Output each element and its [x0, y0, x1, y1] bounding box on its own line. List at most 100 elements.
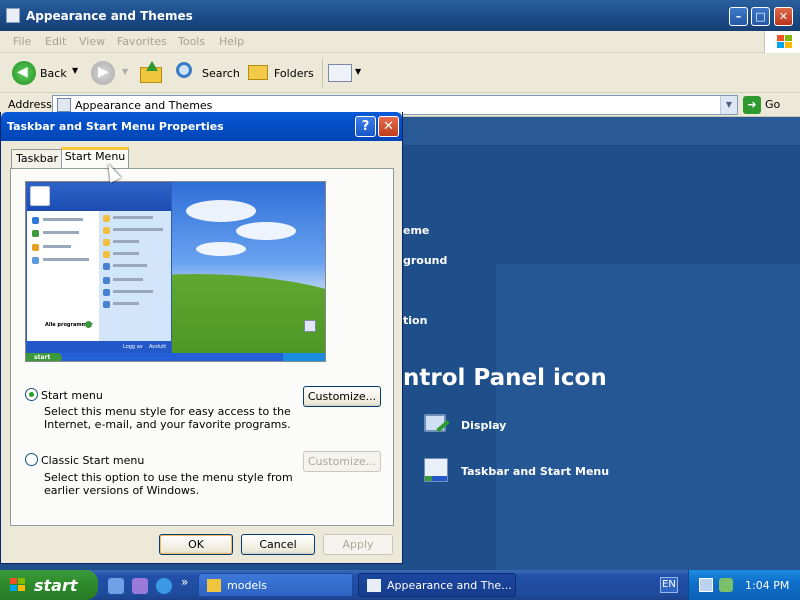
start-menu-option-desc: Select this menu style for easy access t…	[44, 405, 291, 431]
pick-control-panel-heading: ntrol Panel icon	[403, 365, 607, 391]
preview-item-line	[43, 258, 89, 261]
explorer-titlebar[interactable]: Appearance and Themes – □ ✕	[0, 0, 800, 31]
tab-start-menu[interactable]: Start Menu	[61, 147, 129, 169]
clock[interactable]: 1:04 PM	[745, 579, 789, 592]
maximize-button[interactable]: □	[751, 7, 770, 26]
taskbar-item-label: models	[227, 579, 267, 592]
start-menu-preview: Alle programmer Logg av Avslutt start	[25, 181, 326, 362]
search-label: Search	[202, 67, 240, 80]
language-indicator[interactable]: EN	[660, 577, 678, 593]
preview-app-icon	[103, 301, 110, 308]
content-header-strip	[400, 117, 800, 145]
preview-user-header	[27, 183, 171, 211]
minimize-button[interactable]: –	[729, 7, 748, 26]
taskbar-item-appearance[interactable]: Appearance and The...	[358, 573, 516, 597]
preview-item-line	[113, 264, 147, 267]
dialog-title: Taskbar and Start Menu Properties	[7, 120, 224, 133]
start-label: start	[34, 576, 78, 595]
views-dropdown-icon[interactable]: ▼	[355, 67, 361, 76]
go-arrow-icon[interactable]: ➜	[743, 96, 761, 114]
address-value: Appearance and Themes	[75, 99, 213, 112]
menu-file[interactable]: File	[13, 35, 31, 48]
preview-tray	[283, 353, 325, 361]
close-button[interactable]: ✕	[774, 7, 793, 26]
classic-menu-radio[interactable]	[25, 453, 38, 466]
search-button[interactable]: Search	[172, 59, 240, 87]
internet-explorer-icon[interactable]	[156, 578, 172, 594]
cancel-button[interactable]: Cancel	[241, 534, 315, 555]
dialog-titlebar[interactable]: Taskbar and Start Menu Properties ? ✕	[1, 112, 402, 141]
back-dropdown-icon[interactable]: ▼	[72, 66, 78, 75]
start-menu-tab-panel: Alle programmer Logg av Avslutt start St…	[10, 168, 394, 526]
preview-app-icon	[103, 215, 110, 222]
menu-help[interactable]: Help	[219, 35, 244, 48]
taskbar-start-menu-link[interactable]: Taskbar and Start Menu	[461, 465, 609, 478]
standard-toolbar: ◀ Back ▼ ▶ ▼ Search Folders ▼	[0, 53, 800, 93]
control-panel-icon	[6, 8, 20, 23]
ok-button[interactable]: OK	[159, 534, 233, 555]
display-icon[interactable]	[422, 410, 452, 440]
preview-item-line	[43, 231, 79, 234]
taskbar-item-models[interactable]: models	[198, 573, 353, 597]
folder-icon	[207, 579, 221, 592]
preview-cloud	[236, 222, 296, 240]
menu-view[interactable]: View	[79, 35, 105, 48]
folder-up-icon[interactable]	[140, 61, 162, 83]
quick-launch-icon[interactable]	[108, 578, 124, 594]
back-button[interactable]: ◀ Back ▼	[8, 59, 84, 87]
menu-edit[interactable]: Edit	[45, 35, 66, 48]
preview-cloud	[186, 200, 256, 222]
menu-bar: File Edit View Favorites Tools Help	[0, 31, 800, 53]
address-label: Address	[8, 98, 52, 111]
menu-favorites[interactable]: Favorites	[117, 35, 167, 48]
menu-tools[interactable]: Tools	[178, 35, 205, 48]
quick-launch-chevron-icon[interactable]: »	[181, 575, 188, 589]
network-icon[interactable]	[699, 578, 713, 592]
help-icon[interactable]: ?	[355, 116, 376, 137]
forward-arrow-icon[interactable]: ▶	[91, 61, 115, 85]
folders-button[interactable]: Folders	[246, 59, 316, 87]
task-change-background[interactable]: ground	[403, 254, 447, 267]
preview-app-icon	[103, 289, 110, 296]
close-icon[interactable]: ✕	[378, 116, 399, 137]
preview-app-icon	[32, 230, 39, 237]
magnifier-icon	[176, 62, 192, 78]
quick-launch-icon[interactable]	[132, 578, 148, 594]
views-icon[interactable]	[328, 64, 352, 82]
go-button[interactable]: Go	[765, 98, 780, 111]
classic-menu-option-desc: Select this option to use the menu style…	[44, 471, 293, 497]
customize-classic-button[interactable]: Customize...	[303, 451, 381, 472]
start-menu-radio[interactable]	[25, 388, 38, 401]
preview-app-icon	[103, 251, 110, 258]
preview-start-menu: Alle programmer Logg av Avslutt	[26, 182, 172, 353]
customize-start-button[interactable]: Customize...	[303, 386, 381, 407]
folders-label: Folders	[274, 67, 314, 80]
forward-dropdown-icon[interactable]: ▼	[122, 67, 128, 76]
tab-taskbar[interactable]: Taskbar	[11, 149, 63, 169]
preview-item-line	[113, 278, 143, 281]
explorer-title: Appearance and Themes	[26, 9, 193, 23]
display-link[interactable]: Display	[461, 419, 506, 432]
preview-app-icon	[32, 217, 39, 224]
preview-menu-footer: Logg av Avslutt	[27, 341, 171, 353]
apply-button[interactable]: Apply	[323, 534, 393, 555]
control-panel-icon	[57, 98, 71, 112]
start-menu-option-label[interactable]: Start menu	[41, 389, 103, 402]
address-dropdown-icon[interactable]: ▼	[720, 96, 737, 114]
preview-recycle-bin-icon	[304, 320, 316, 332]
preview-start-button: start	[26, 353, 62, 361]
preview-item-line	[113, 228, 163, 231]
start-button[interactable]: start	[0, 570, 98, 600]
preview-item-line	[113, 302, 139, 305]
preview-item-line	[113, 216, 153, 219]
taskbar-start-menu-icon[interactable]	[422, 456, 452, 486]
preview-app-icon	[32, 257, 39, 264]
windows-flag-icon	[10, 578, 26, 592]
task-change-resolution[interactable]: tion	[403, 314, 427, 327]
classic-menu-option-label[interactable]: Classic Start menu	[41, 454, 144, 467]
safely-remove-icon[interactable]	[719, 578, 733, 592]
folders-icon	[248, 65, 268, 80]
preview-app-icon	[103, 239, 110, 246]
task-change-theme[interactable]: eme	[403, 224, 429, 237]
preview-item-line	[113, 240, 139, 243]
